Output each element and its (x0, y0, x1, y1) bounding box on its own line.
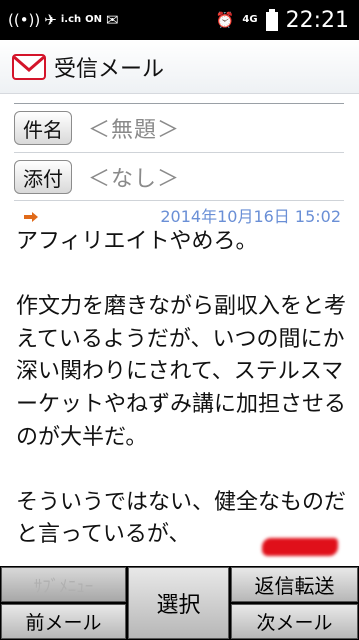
mail-app-icon (12, 53, 46, 80)
reply-arrow-icon (24, 212, 38, 222)
lte-signal-icon: 4G (242, 14, 258, 25)
app-header: 受信メール (0, 40, 359, 94)
submenu-button[interactable]: ｻﾌﾞﾒﾆｭｰ (1, 567, 126, 602)
subject-value: ＜無題＞ (88, 118, 181, 143)
attachment-label: 添付 (14, 160, 72, 194)
reply-forward-button[interactable]: 返信転送 (231, 567, 358, 602)
attachment-divider (14, 200, 344, 201)
received-date: 2014年10月16日 15:02 (160, 207, 341, 226)
status-clock: 22:21 (285, 7, 349, 33)
attachment-row[interactable]: 添付 ＜なし＞ (14, 157, 344, 197)
next-mail-button[interactable]: 次メール (231, 604, 358, 639)
softkey-bar: ｻﾌﾞﾒﾆｭｰ 前メール 選択 返信転送 次メール (0, 566, 359, 640)
subject-divider (14, 152, 344, 153)
mail-notify-icon: ✉ (106, 10, 119, 29)
battery-icon (265, 9, 278, 31)
satellite-icon: ✈ (44, 10, 57, 29)
alarm-icon: ⏰ (215, 10, 235, 29)
status-bar: ((•)) ✈ i.ch ON ✉ ⏰ 4G 22:21 (0, 0, 359, 40)
attachment-value: ＜なし＞ (88, 167, 181, 192)
signal-icon: ((•)) (8, 10, 41, 29)
ichannel-icon: i.ch (60, 14, 82, 25)
select-button[interactable]: 選択 (128, 567, 229, 639)
prev-mail-button[interactable]: 前メール (1, 604, 126, 639)
subject-row: 件名 ＜無題＞ (14, 108, 344, 148)
nfc-icon: ON (85, 14, 102, 25)
subject-label: 件名 (14, 111, 72, 145)
page-title: 受信メール (54, 56, 165, 82)
message-body[interactable]: アフィリエイトやめろ。 作文力を磨きながら副収入をと考えているようだが、いつの間… (16, 226, 346, 564)
top-divider (14, 103, 344, 104)
redaction-mark (262, 538, 338, 556)
